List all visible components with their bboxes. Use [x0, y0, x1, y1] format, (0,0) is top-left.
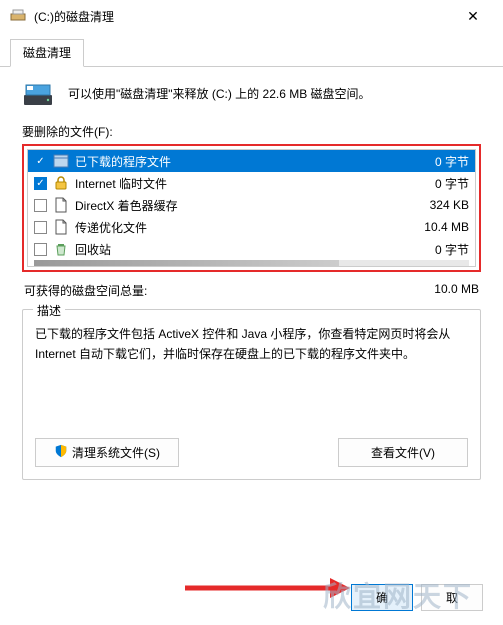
window-title: (C:)的磁盘清理: [34, 8, 453, 25]
drive-icon-small: [10, 8, 26, 24]
file-size: 10.4 MB: [409, 220, 469, 234]
drive-icon: [22, 83, 54, 109]
file-type-icon: [53, 153, 69, 169]
file-type-icon: [53, 241, 69, 257]
total-row: 可获得的磁盘空间总量: 10.0 MB: [22, 282, 481, 299]
view-files-label: 查看文件(V): [371, 444, 435, 461]
file-checkbox[interactable]: [34, 243, 47, 256]
shield-icon: [54, 444, 68, 461]
file-row[interactable]: DirectX 着色器缓存324 KB: [28, 194, 475, 216]
files-label: 要删除的文件(F):: [22, 123, 481, 140]
clean-system-files-button[interactable]: 清理系统文件(S): [35, 438, 179, 467]
description-group: 描述 已下载的程序文件包括 ActiveX 控件和 Java 小程序，你查看特定…: [22, 309, 481, 480]
file-row[interactable]: 传递优化文件10.4 MB: [28, 216, 475, 238]
close-button[interactable]: ✕: [453, 8, 493, 25]
file-list-highlight: ✓已下载的程序文件0 字节✓Internet 临时文件0 字节DirectX 着…: [22, 144, 481, 272]
file-row[interactable]: ✓ 已下载的程序文件0 字节: [28, 150, 475, 172]
file-checkbox[interactable]: [34, 221, 47, 234]
file-name: 传递优化文件: [75, 219, 409, 236]
tab-row: 磁盘清理: [0, 38, 503, 67]
total-value: 10.0 MB: [434, 282, 479, 299]
file-type-icon: [53, 197, 69, 213]
button-row: 清理系统文件(S) 查看文件(V): [35, 438, 468, 467]
file-name: DirectX 着色器缓存: [75, 197, 409, 214]
ok-button[interactable]: 确: [351, 584, 413, 611]
file-checkbox[interactable]: ✓: [34, 155, 47, 168]
file-size: 0 字节: [409, 241, 469, 258]
intro-text: 可以使用"磁盘清理"来释放 (C:) 上的 22.6 MB 磁盘空间。: [68, 83, 371, 103]
intro-row: 可以使用"磁盘清理"来释放 (C:) 上的 22.6 MB 磁盘空间。: [22, 83, 481, 109]
file-checkbox[interactable]: [34, 199, 47, 212]
cancel-button[interactable]: 取: [421, 584, 483, 611]
file-type-icon: [53, 175, 69, 191]
file-size: 0 字节: [409, 153, 469, 170]
file-name: Internet 临时文件: [75, 175, 409, 192]
file-type-icon: [53, 219, 69, 235]
titlebar: (C:)的磁盘清理 ✕: [0, 0, 503, 32]
file-name: 已下载的程序文件: [75, 153, 409, 170]
total-label: 可获得的磁盘空间总量:: [24, 282, 147, 299]
footer-buttons: 确 取: [351, 584, 483, 611]
file-list[interactable]: ✓已下载的程序文件0 字节✓Internet 临时文件0 字节DirectX 着…: [27, 149, 476, 267]
description-group-label: 描述: [33, 302, 65, 319]
file-row[interactable]: 回收站0 字节: [28, 238, 475, 260]
description-text: 已下载的程序文件包括 ActiveX 控件和 Java 小程序，你查看特定网页时…: [35, 324, 468, 408]
file-size: 0 字节: [409, 175, 469, 192]
clean-system-files-label: 清理系统文件(S): [72, 444, 160, 461]
view-files-button[interactable]: 查看文件(V): [338, 438, 468, 467]
content-area: 可以使用"磁盘清理"来释放 (C:) 上的 22.6 MB 磁盘空间。 要删除的…: [0, 67, 503, 480]
file-checkbox[interactable]: ✓: [34, 177, 47, 190]
annotation-arrow: [180, 573, 350, 603]
scroll-indicator[interactable]: [34, 260, 469, 266]
tab-disk-cleanup[interactable]: 磁盘清理: [10, 39, 84, 67]
file-row[interactable]: ✓ Internet 临时文件0 字节: [28, 172, 475, 194]
file-size: 324 KB: [409, 198, 469, 212]
file-name: 回收站: [75, 241, 409, 258]
